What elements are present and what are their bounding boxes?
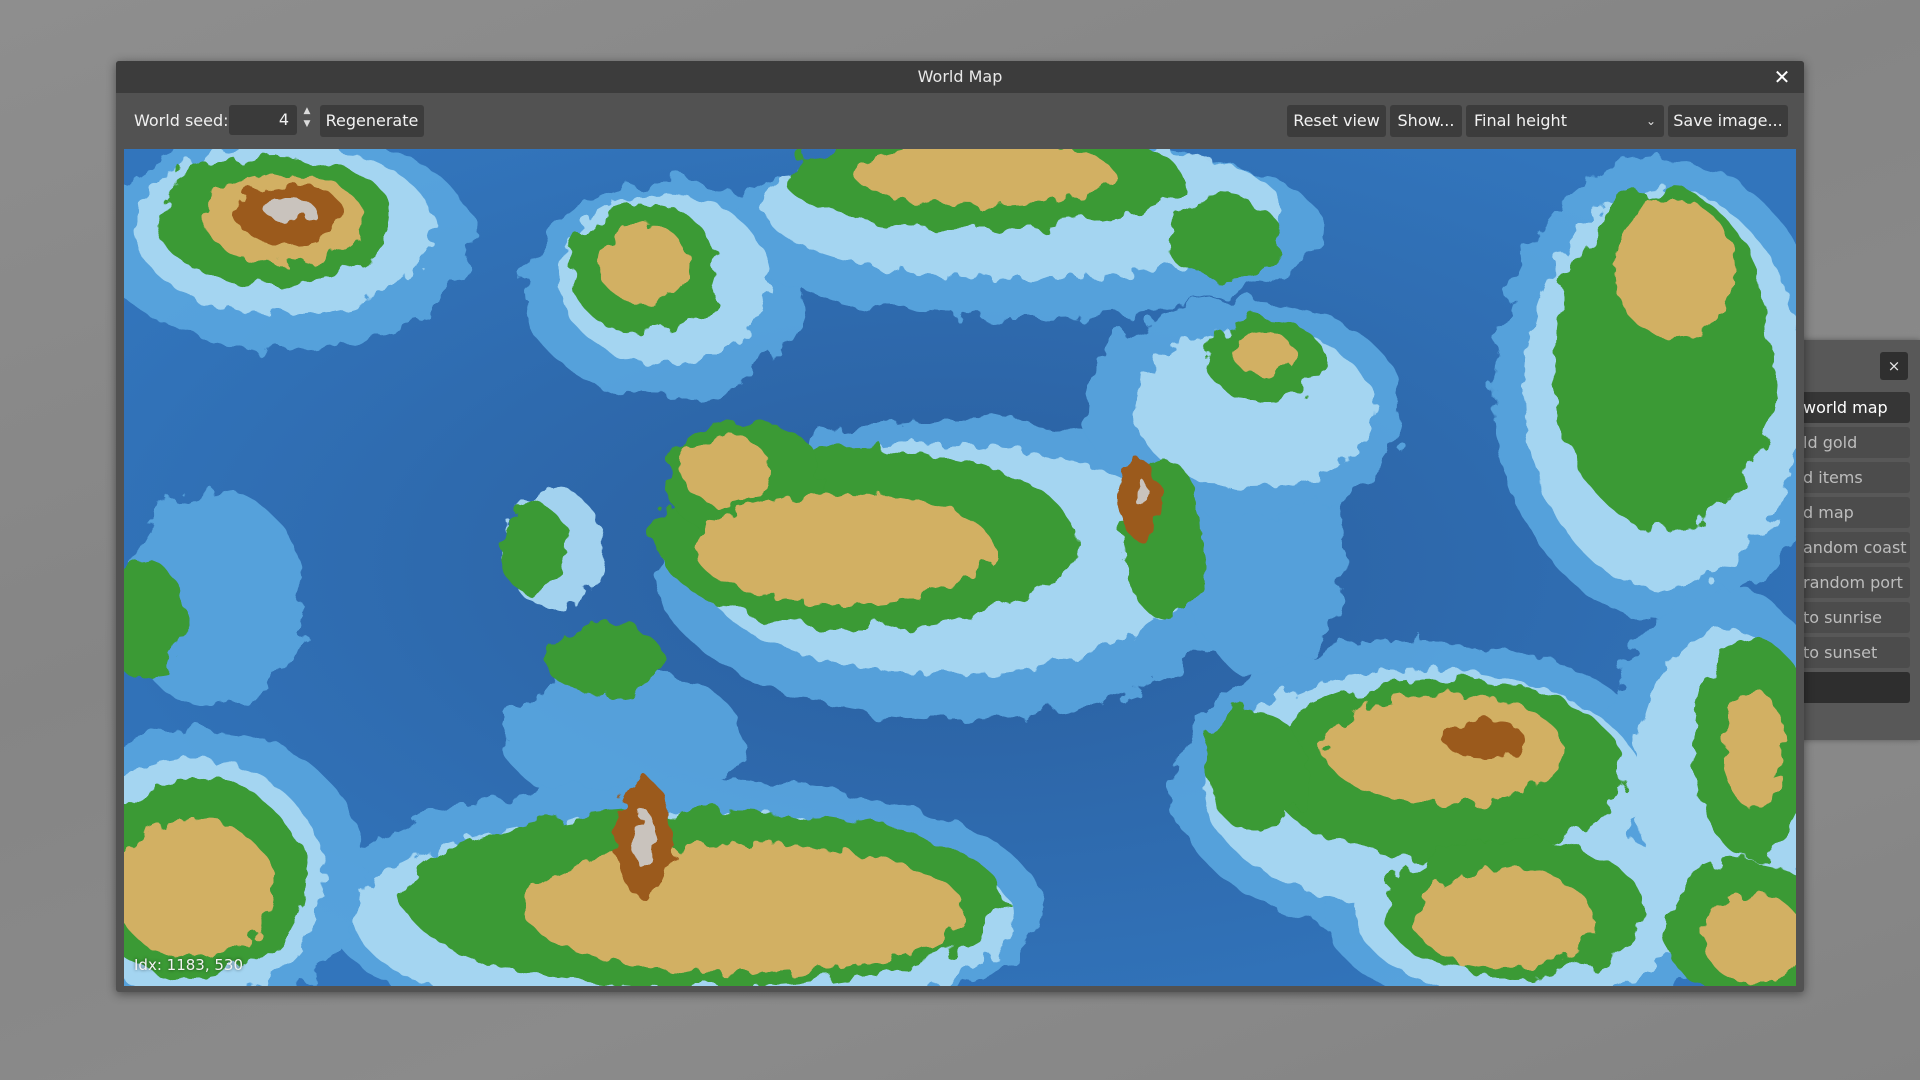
close-icon[interactable]: ✕ <box>1768 63 1796 91</box>
side-item-sunset[interactable]: to sunset <box>1795 637 1910 668</box>
side-item-input[interactable] <box>1795 672 1910 703</box>
show-button[interactable]: Show... <box>1390 105 1462 137</box>
spinner-up-icon[interactable]: ▲ <box>300 105 314 118</box>
side-item-map[interactable]: d map <box>1795 497 1910 528</box>
chevron-down-icon: ⌄ <box>1645 114 1656 128</box>
save-image-button[interactable]: Save image... <box>1668 105 1788 137</box>
map-mode-select[interactable]: Final height ⌄ <box>1466 105 1664 137</box>
side-item-sunrise[interactable]: to sunrise <box>1795 602 1910 633</box>
world-map-window: World Map ✕ World seed: 4 ▲ ▼ Regenerate… <box>116 61 1804 992</box>
height-map-graphic <box>124 149 1796 986</box>
side-item-random-port[interactable]: random port <box>1795 567 1910 598</box>
toolbar: World seed: 4 ▲ ▼ Regenerate Reset view … <box>116 93 1804 149</box>
side-item-world-map[interactable]: world map <box>1795 392 1910 423</box>
window-title: World Map <box>917 67 1003 86</box>
world-map-canvas[interactable]: Idx: 1183, 530 <box>124 149 1796 986</box>
side-panel-close-button[interactable]: × <box>1880 352 1908 380</box>
cursor-index-readout: Idx: 1183, 530 <box>134 956 243 974</box>
side-item-random-coast[interactable]: andom coast <box>1795 532 1910 563</box>
spinner-down-icon[interactable]: ▼ <box>300 118 314 131</box>
world-seed-input[interactable]: 4 <box>229 105 297 135</box>
side-item-items[interactable]: d items <box>1795 462 1910 493</box>
regenerate-button[interactable]: Regenerate <box>320 105 424 137</box>
reset-view-button[interactable]: Reset view <box>1287 105 1386 137</box>
side-panel-list: world map ld gold d items d map andom co… <box>1795 392 1910 707</box>
map-mode-value: Final height <box>1474 111 1567 130</box>
side-panel: × world map ld gold d items d map andom … <box>1795 340 1920 740</box>
world-seed-label: World seed: <box>134 111 229 130</box>
seed-spinner[interactable]: ▲ ▼ <box>300 105 314 135</box>
title-bar[interactable]: World Map ✕ <box>116 61 1804 93</box>
side-item-gold[interactable]: ld gold <box>1795 427 1910 458</box>
